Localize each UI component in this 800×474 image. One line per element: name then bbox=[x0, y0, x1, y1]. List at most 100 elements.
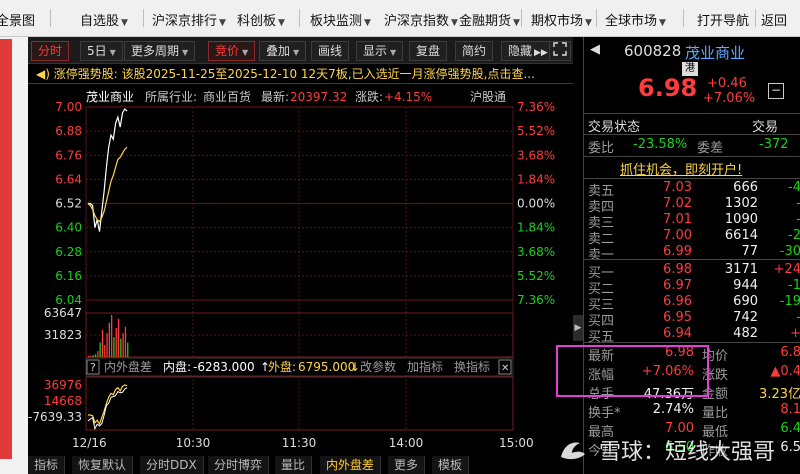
bid-volume: 944 bbox=[733, 278, 758, 293]
pct-tick-label: 7.36% bbox=[517, 100, 555, 114]
chevron-down-icon: ▼ bbox=[659, 18, 666, 28]
indicator-line-ma bbox=[87, 387, 128, 431]
menu-futures-label: 金融期货 bbox=[459, 14, 512, 29]
tab-ddx[interactable]: 分时DDX bbox=[140, 456, 204, 474]
fullscreen-glyph bbox=[553, 42, 567, 56]
bid-volume: 3171 bbox=[724, 262, 758, 277]
chart-svg: 茂业商业 所属行业: 商业百货 最新: 20397.32 涨跌: +4.15% … bbox=[28, 89, 555, 450]
ask-price: 7.01 bbox=[663, 212, 692, 227]
volume-bar bbox=[120, 338, 122, 357]
notice-bar[interactable]: ◀) 涨停强势股: 该股2025-11-25至2025-12-10 12天7板,… bbox=[28, 64, 573, 84]
ask-price: 6.99 bbox=[663, 244, 692, 259]
hide-label: 隐藏 bbox=[508, 44, 533, 58]
menu-star-market[interactable]: 科创板 ▼ bbox=[237, 10, 285, 29]
industry-label: 所属行业: bbox=[145, 90, 197, 104]
change-value: +4.15% bbox=[384, 90, 432, 104]
chevron-down-icon: ▼ bbox=[364, 18, 371, 28]
collapse-handle[interactable]: ▶ bbox=[573, 315, 583, 341]
bid-ratio-value: -23.58% bbox=[633, 137, 688, 152]
watermark: 雪球：短线大强哥 bbox=[558, 434, 775, 466]
bid-price: 6.95 bbox=[663, 310, 692, 325]
volume-bar bbox=[122, 333, 124, 357]
change-param-button[interactable]: 改参数 bbox=[360, 359, 396, 374]
volume-bars bbox=[88, 315, 129, 357]
price-tick-label: 6.88 bbox=[55, 124, 82, 138]
double-chevron-right-icon: ▶▶ bbox=[534, 48, 548, 58]
menu-separator bbox=[596, 9, 597, 27]
notice-text: 该股2025-11-25至2025-12-10 12天7板,已入选近一月涨停强势… bbox=[121, 67, 535, 81]
close-icon: ✕ bbox=[501, 363, 509, 374]
outer-value: 6795.000 bbox=[298, 360, 355, 374]
side-marker bbox=[0, 39, 12, 459]
menu-options[interactable]: 期权市场 ▼ bbox=[531, 10, 592, 29]
stat-value: 2.74% bbox=[652, 402, 694, 417]
minimize-button[interactable]: − bbox=[768, 83, 784, 99]
menu-options-label: 期权市场 bbox=[531, 14, 584, 29]
menu-ranking[interactable]: 沪深京排行 ▼ bbox=[152, 10, 226, 29]
tab-template[interactable]: 模板 bbox=[432, 456, 470, 474]
top-menu: 全景图 自选股 ▼ 沪深京排行 ▼ 科创板 ▼ 板块监测 ▼ 沪深京指数 ▼ 金融期货 ▼ … bbox=[0, 0, 800, 37]
bid-change: - bbox=[796, 310, 800, 325]
menu-back[interactable]: 返回 bbox=[761, 10, 787, 29]
draw-line-button[interactable]: 画线 bbox=[311, 41, 350, 61]
menu-sector-monitor[interactable]: 板块监测 ▼ bbox=[310, 10, 371, 29]
inner-value: -6283.000 bbox=[193, 360, 255, 374]
volume-bar bbox=[115, 327, 117, 357]
tab-volume-ratio[interactable]: 量比 bbox=[275, 456, 313, 474]
auction-button[interactable]: 竞价 ▼ bbox=[208, 41, 256, 61]
menu-watchlist[interactable]: 自选股 ▼ bbox=[80, 10, 128, 29]
price-lines bbox=[87, 108, 128, 232]
volume-bar bbox=[90, 356, 92, 357]
menu-global[interactable]: 全球市场 ▼ bbox=[605, 10, 666, 29]
chevron-down-icon: ▼ bbox=[182, 48, 189, 57]
tab-indicators[interactable]: 指标 bbox=[28, 456, 66, 474]
time-tick-label: 10:30 bbox=[176, 436, 211, 450]
auction-label: 竞价 bbox=[215, 44, 240, 58]
five-day-button[interactable]: 5日 ▼ bbox=[80, 41, 123, 61]
notice-label: 涨停强势股: bbox=[53, 67, 118, 81]
volume-bar bbox=[117, 318, 120, 357]
intraday-chart[interactable]: 茂业商业 所属行业: 商业百货 最新: 20397.32 涨跌: +4.15% … bbox=[28, 85, 573, 455]
replay-button[interactable]: 复盘 bbox=[409, 41, 448, 61]
more-periods-button[interactable]: 更多周期 ▼ bbox=[124, 41, 196, 61]
chart-grid bbox=[85, 106, 514, 431]
pct-tick-label: 1.84% bbox=[517, 172, 555, 186]
display-button[interactable]: 显示 ▼ bbox=[356, 41, 404, 61]
switch-indicator-button[interactable]: 换指标 bbox=[454, 359, 490, 374]
simple-button[interactable]: 简约 bbox=[455, 41, 494, 61]
connect-label: 沪股通 bbox=[470, 90, 506, 104]
overlay-button[interactable]: 叠加 ▼ bbox=[259, 41, 307, 61]
stat-value: 3.23亿 bbox=[759, 387, 800, 402]
menu-ranking-label: 沪深京排行 bbox=[152, 14, 218, 29]
divider bbox=[584, 178, 800, 179]
pct-tick-label: 7.36% bbox=[517, 293, 555, 307]
tab-restore-default[interactable]: 恢复默认 bbox=[72, 456, 134, 474]
previous-stock-icon[interactable]: ◀ bbox=[590, 42, 600, 57]
divider bbox=[584, 113, 800, 114]
ask-price: 7.03 bbox=[663, 180, 692, 195]
tab-more[interactable]: 更多 bbox=[388, 456, 426, 474]
tab-game[interactable]: 分时博弈 bbox=[208, 456, 270, 474]
menu-open-nav[interactable]: 打开导航 bbox=[697, 10, 749, 29]
stat-value: 8.1 bbox=[780, 402, 800, 417]
ask-price: 7.00 bbox=[663, 228, 692, 243]
expand-icon[interactable] bbox=[549, 41, 571, 61]
ask-volume: 6614 bbox=[724, 228, 758, 243]
hide-button[interactable]: 隐藏 ▶▶ bbox=[501, 41, 555, 61]
ask-change: - bbox=[796, 212, 800, 227]
chevron-down-icon: ▼ bbox=[293, 48, 300, 57]
menu-panorama[interactable]: 全景图 bbox=[0, 10, 35, 29]
stat-value: ▲0.4 bbox=[770, 364, 800, 379]
tab-inner-outer[interactable]: 内外盘差 bbox=[320, 456, 382, 474]
add-indicator-button[interactable]: 加指标 bbox=[407, 359, 443, 374]
menu-star-market-label: 科创板 bbox=[237, 14, 277, 29]
period-button[interactable]: 分时 bbox=[31, 41, 70, 61]
menu-separator bbox=[755, 9, 756, 27]
open-account-link[interactable]: 抓住机会，即刻开户! bbox=[620, 159, 742, 178]
overlay-label: 叠加 bbox=[266, 44, 291, 58]
price-tick-label: 6.52 bbox=[55, 197, 82, 211]
menu-index[interactable]: 沪深京指数 ▼ bbox=[384, 10, 458, 29]
volume-bar bbox=[99, 342, 101, 357]
menu-futures[interactable]: 金融期货 ▼ bbox=[459, 10, 520, 29]
pct-tick-label: 5.52% bbox=[517, 124, 555, 138]
